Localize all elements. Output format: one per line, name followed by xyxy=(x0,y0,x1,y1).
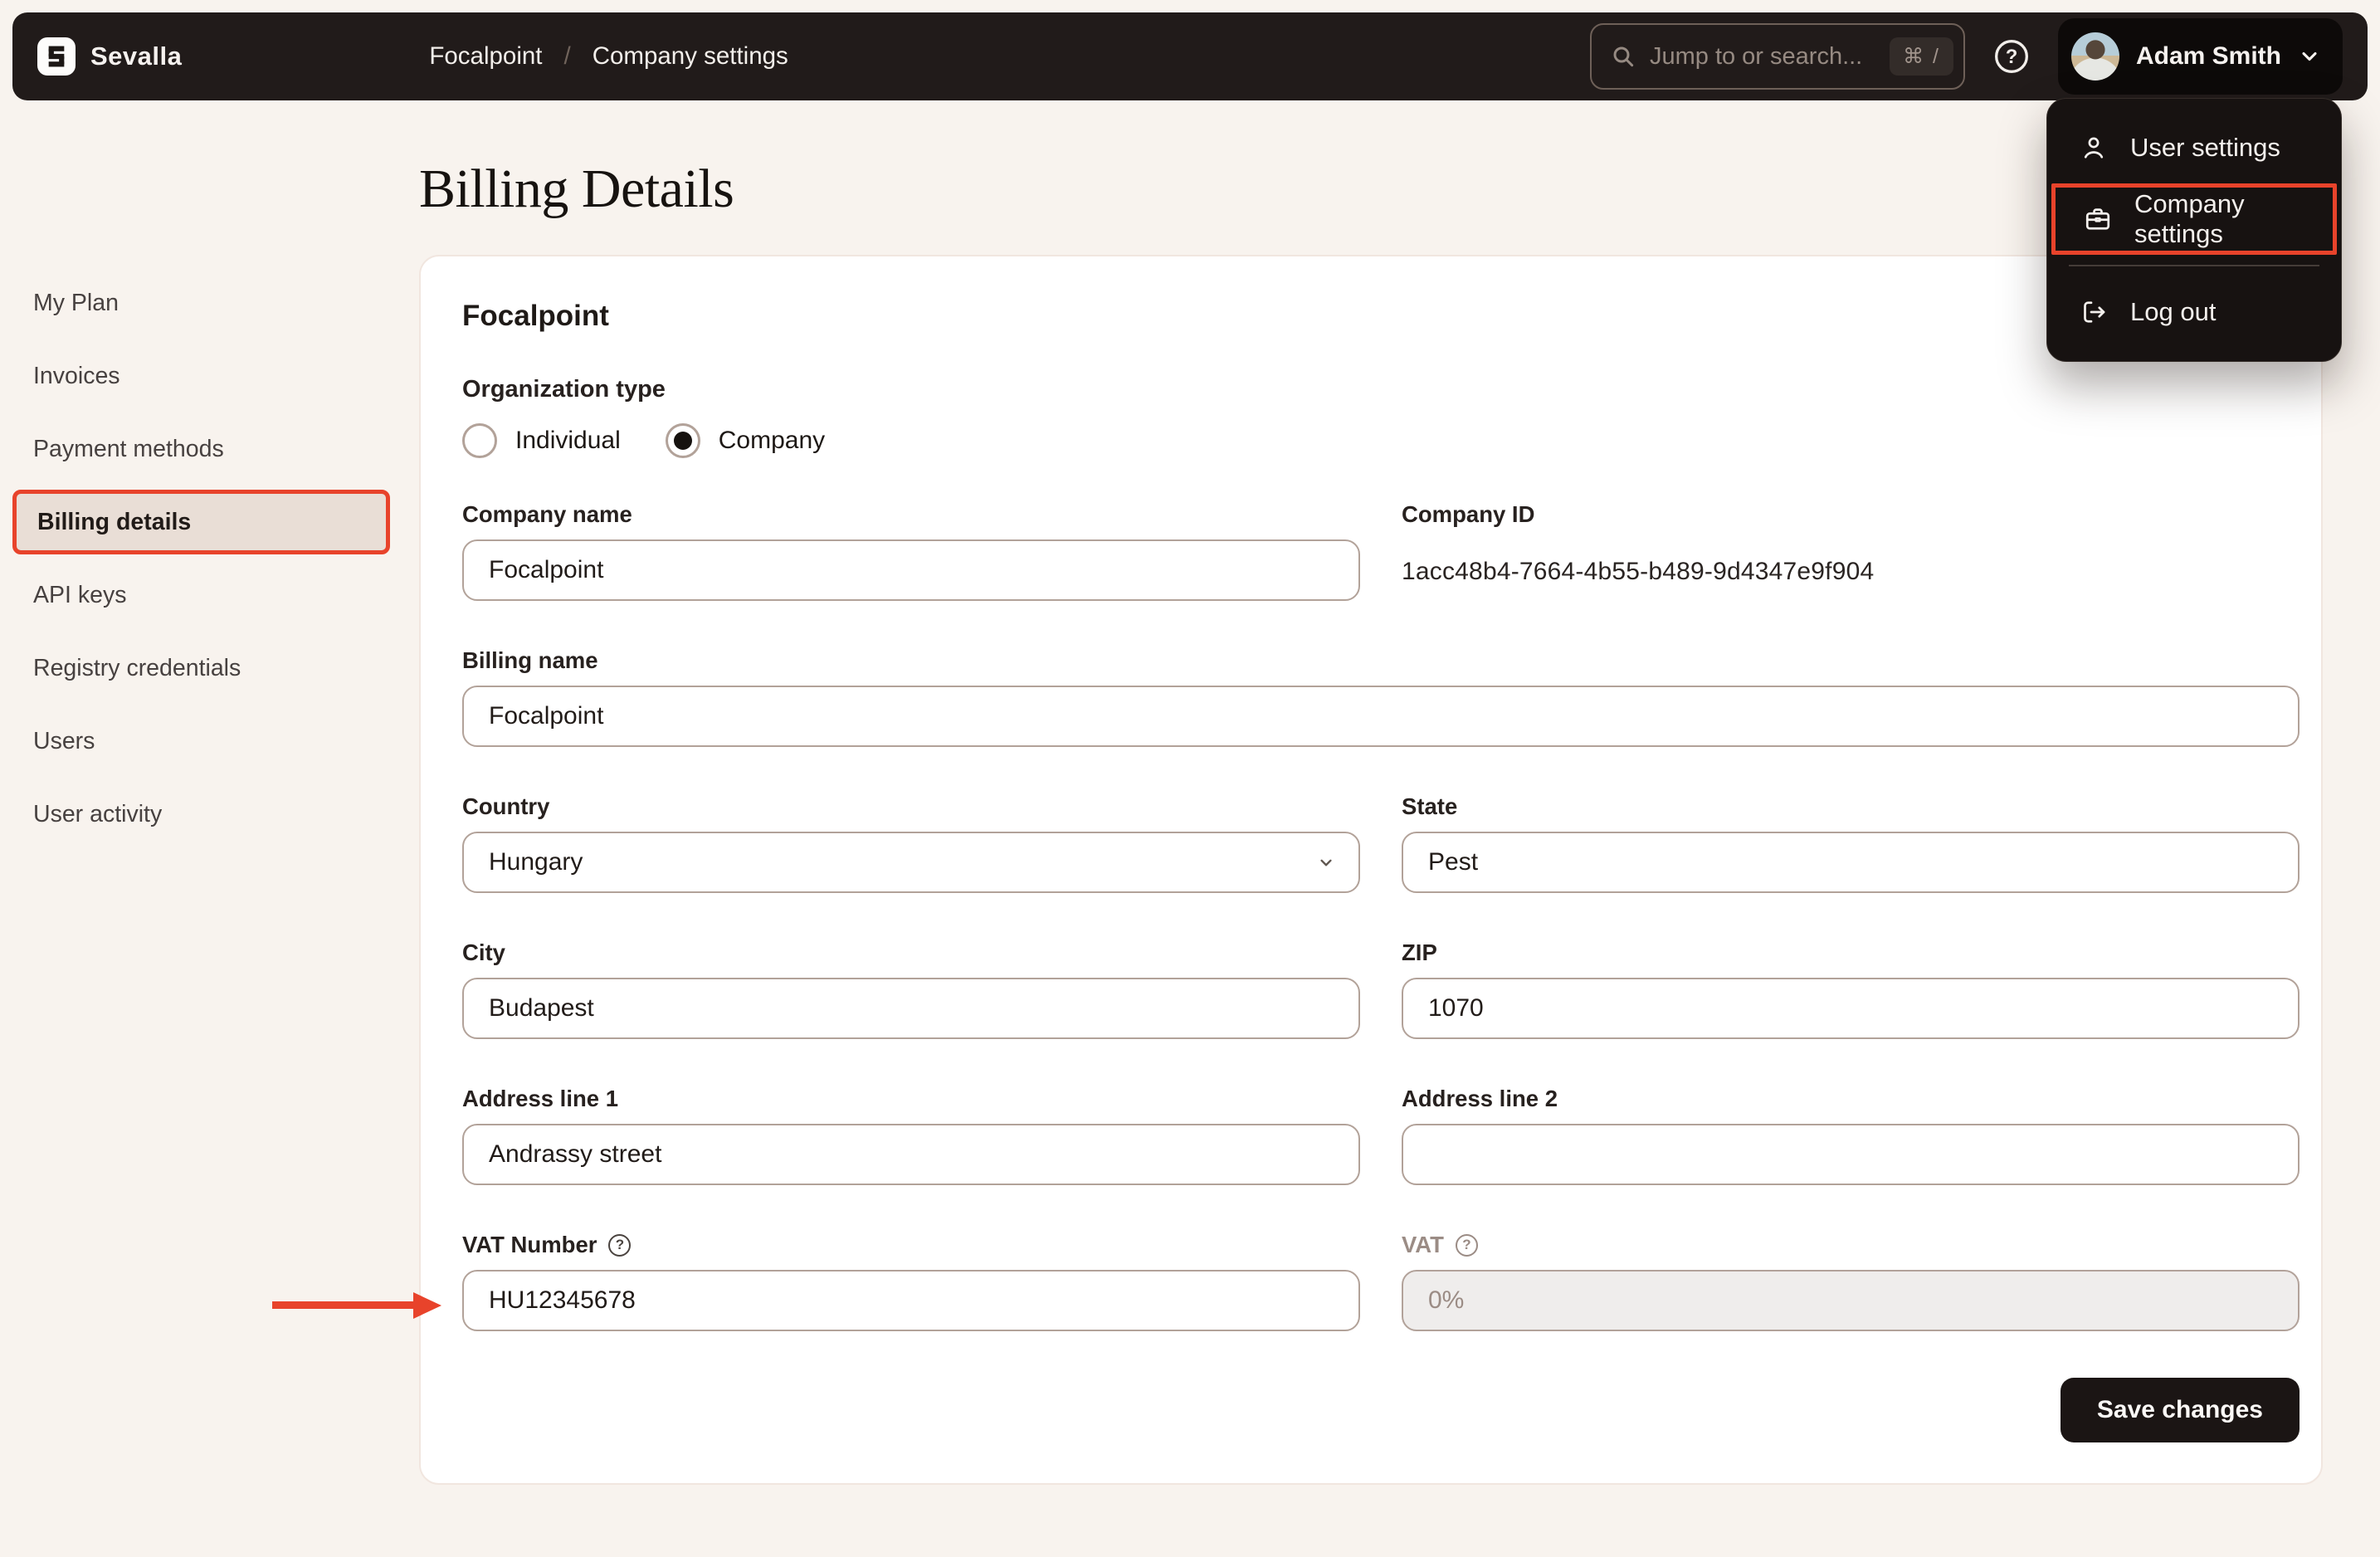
avatar xyxy=(2070,32,2119,81)
sidebar-item-my-plan[interactable]: My Plan xyxy=(0,266,419,339)
company-id-label: Company ID xyxy=(1402,501,1535,527)
vat-input xyxy=(1402,1270,2300,1331)
menu-item-label: User settings xyxy=(2130,133,2280,162)
search-placeholder: Jump to or search... xyxy=(1649,42,1863,70)
sidebar-item-invoices[interactable]: Invoices xyxy=(0,339,419,412)
radio-individual[interactable]: Individual xyxy=(462,423,621,458)
organization-type-label: Organization type xyxy=(462,376,666,403)
help-icon[interactable]: ? xyxy=(1993,38,2030,75)
menu-item-label: Log out xyxy=(2130,297,2217,326)
radio-company-circle[interactable] xyxy=(665,423,700,458)
vat-number-input[interactable] xyxy=(462,1270,1360,1331)
address-line-1-label: Address line 1 xyxy=(462,1086,618,1111)
vat-label: VAT ? xyxy=(1402,1232,2300,1258)
city-label: City xyxy=(462,940,505,965)
billing-name-label: Billing name xyxy=(462,647,598,673)
breadcrumb-separator: / xyxy=(563,42,571,70)
radio-individual-circle[interactable] xyxy=(462,423,497,458)
company-section-title: Focalpoint xyxy=(462,300,609,332)
vat-number-label: VAT Number ? xyxy=(462,1232,1360,1258)
billing-name-input[interactable] xyxy=(462,686,2300,747)
brand-logo[interactable]: Sevalla xyxy=(37,37,182,76)
sevalla-logo-icon xyxy=(37,37,76,76)
chevron-down-icon xyxy=(2298,45,2321,68)
search-input[interactable]: Jump to or search... ⌘ / xyxy=(1589,23,1965,90)
search-shortcut-badge: ⌘ / xyxy=(1890,37,1953,76)
breadcrumb: Focalpoint / Company settings xyxy=(429,42,788,71)
user-menu-trigger[interactable]: Adam Smith xyxy=(2057,18,2343,95)
address-line-2-label: Address line 2 xyxy=(1402,1086,1558,1111)
menu-item-label: Company settings xyxy=(2134,189,2245,248)
user-dropdown-menu: User settings Company settings Log out xyxy=(2046,98,2342,362)
svg-text:?: ? xyxy=(2006,46,2018,68)
topbar: Sevalla Focalpoint / Company settings Ju… xyxy=(12,12,2368,100)
menu-item-company-settings[interactable]: Company settings xyxy=(2051,183,2337,255)
country-select[interactable]: Hungary xyxy=(462,832,1360,893)
address-line-2-input[interactable] xyxy=(1402,1124,2300,1185)
user-icon xyxy=(2079,133,2109,163)
breadcrumb-section[interactable]: Focalpoint xyxy=(429,42,542,71)
breadcrumb-page[interactable]: Company settings xyxy=(593,42,788,71)
state-label: State xyxy=(1402,793,1458,819)
state-input[interactable] xyxy=(1402,832,2300,893)
vat-help-icon[interactable]: ? xyxy=(1455,1233,1478,1257)
select-chevron-icon xyxy=(1315,852,1337,873)
company-id-value: 1acc48b4-7664-4b55-b489-9d4347e9f904 xyxy=(1402,558,1875,585)
sidebar-item-billing-details[interactable]: Billing details xyxy=(12,490,390,554)
company-name-label: Company name xyxy=(462,501,632,527)
sidebar-item-payment-methods[interactable]: Payment methods xyxy=(0,412,419,486)
menu-item-user-settings[interactable]: User settings xyxy=(2047,112,2341,183)
search-icon xyxy=(1610,43,1636,70)
vat-number-label-text: VAT Number xyxy=(462,1232,597,1257)
vat-number-help-icon[interactable]: ? xyxy=(608,1233,632,1257)
main-content: Billing Details Focalpoint Organization … xyxy=(419,100,2323,1485)
briefcase-icon xyxy=(2083,204,2113,234)
sidebar-item-api-keys[interactable]: API keys xyxy=(0,559,419,632)
address-line-1-input[interactable] xyxy=(462,1124,1360,1185)
radio-company[interactable]: Company xyxy=(665,423,826,458)
company-name-input[interactable] xyxy=(462,539,1360,601)
radio-individual-label: Individual xyxy=(515,427,621,454)
sidebar: My Plan Invoices Payment methods Billing… xyxy=(0,266,419,851)
zip-input[interactable] xyxy=(1402,978,2300,1039)
logout-icon xyxy=(2079,297,2109,327)
radio-company-label: Company xyxy=(718,427,826,454)
page-title: Billing Details xyxy=(419,159,734,219)
user-name: Adam Smith xyxy=(2135,42,2281,70)
annotation-arrow xyxy=(272,1301,413,1309)
country-label: Country xyxy=(462,793,550,819)
brand-name: Sevalla xyxy=(90,41,183,71)
city-input[interactable] xyxy=(462,978,1360,1039)
organization-type-group: Individual Company xyxy=(462,423,2300,458)
billing-details-card: Focalpoint Organization type Individual … xyxy=(419,255,2323,1485)
menu-item-log-out[interactable]: Log out xyxy=(2047,276,2341,348)
zip-label: ZIP xyxy=(1402,940,1437,965)
sidebar-item-registry-credentials[interactable]: Registry credentials xyxy=(0,632,419,705)
sidebar-item-users[interactable]: Users xyxy=(0,705,419,778)
sidebar-item-user-activity[interactable]: User activity xyxy=(0,778,419,851)
vat-label-text: VAT xyxy=(1402,1232,1444,1257)
menu-divider xyxy=(2069,265,2319,266)
country-value: Hungary xyxy=(489,848,583,876)
save-changes-button[interactable]: Save changes xyxy=(2060,1378,2300,1442)
